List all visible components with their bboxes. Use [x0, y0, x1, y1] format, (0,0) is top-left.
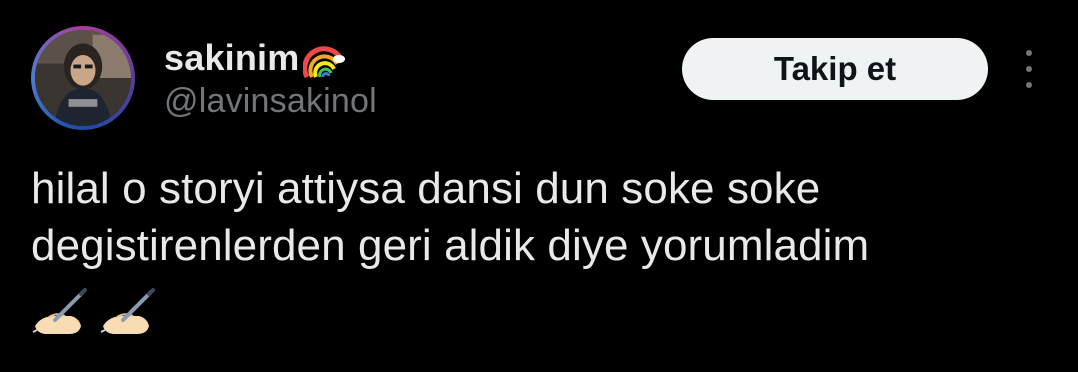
more-dot — [1026, 66, 1032, 72]
writing-hand-icon — [31, 286, 89, 338]
follow-button[interactable]: Takip et — [682, 38, 988, 100]
name-row: sakinim — [164, 36, 346, 80]
more-vertical-icon[interactable] — [1018, 50, 1040, 88]
avatar-photo — [35, 30, 131, 126]
cut-off-footer-text — [400, 358, 780, 372]
rainbow-icon — [302, 39, 346, 79]
user-handle[interactable]: @lavinsakinol — [164, 82, 377, 121]
display-name[interactable]: sakinim — [164, 37, 299, 79]
tweet-text: hilal o storyi attiysa dansi dun soke so… — [31, 160, 1051, 274]
tweet-text-line: hilal o storyi attiysa dansi dun soke so… — [31, 164, 821, 213]
writing-hand-icon — [99, 286, 157, 338]
emoji-row — [31, 286, 157, 338]
tweet-text-line: degistirenlerden geri aldik diye yorumla… — [31, 221, 870, 270]
cut-off-footer — [400, 358, 780, 372]
more-dot — [1026, 82, 1032, 88]
tweet-card: sakinim @lavinsakinol Takip et hilal o s… — [0, 0, 1078, 372]
avatar[interactable] — [31, 26, 135, 130]
more-dot — [1026, 50, 1032, 56]
